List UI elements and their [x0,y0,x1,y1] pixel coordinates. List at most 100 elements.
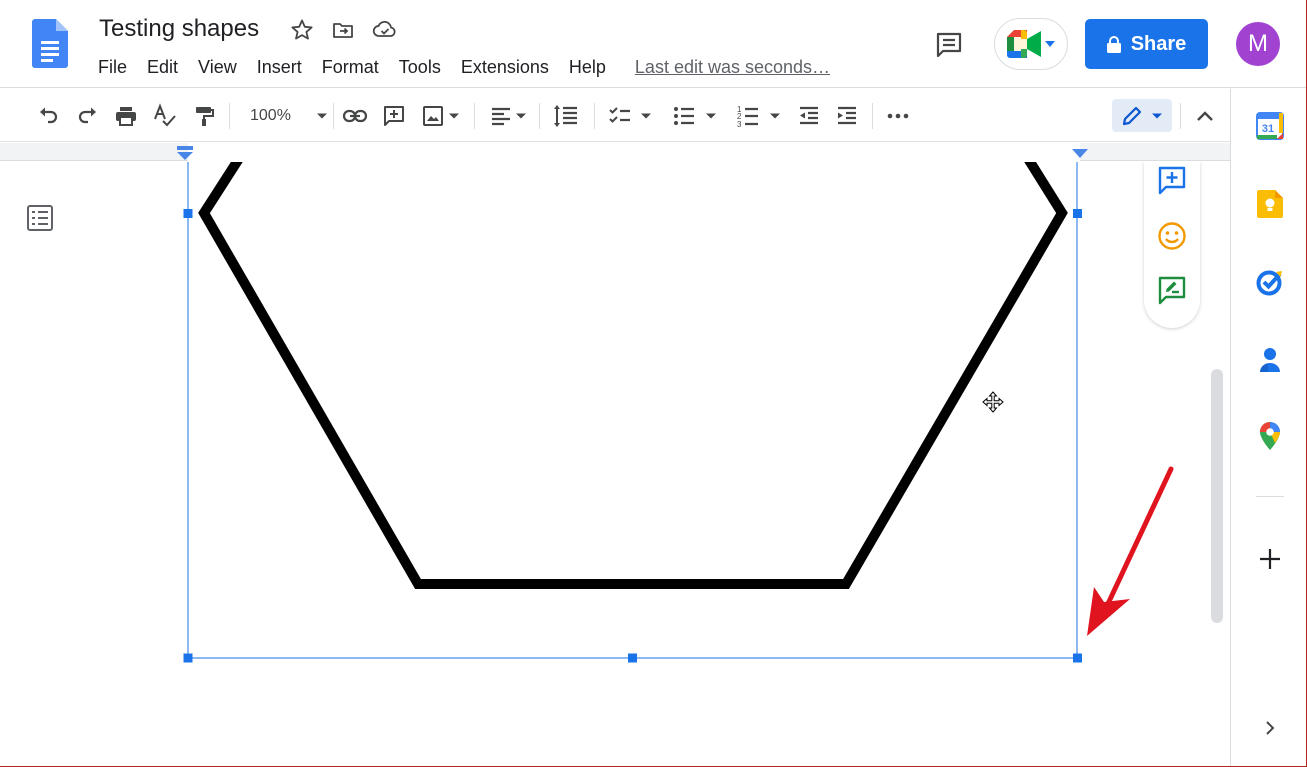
comment-history-button[interactable] [928,24,970,66]
menu-insert[interactable]: Insert [247,57,312,78]
left-indent-marker[interactable] [176,146,194,160]
share-button[interactable]: Share [1085,19,1208,69]
account-avatar[interactable]: M [1236,22,1280,66]
editing-mode-select[interactable] [1112,99,1172,132]
toolbar-divider [1180,103,1181,129]
collapse-icon [1197,111,1213,121]
maps-button[interactable] [1255,421,1285,451]
insert-image-icon [423,106,443,126]
menu-tools[interactable]: Tools [389,57,451,78]
toolbar-divider [333,103,334,129]
comment-history-icon [936,32,962,58]
add-emoji-reaction-button[interactable] [1156,220,1188,252]
ruler-page-area [188,143,1080,161]
toolbar-divider [539,103,540,129]
insert-link-button[interactable] [340,101,370,131]
spellcheck-button[interactable] [150,101,180,131]
tasks-button[interactable] [1255,267,1285,297]
calendar-icon: 31 [1256,112,1284,140]
collapse-menus-button[interactable] [1190,101,1220,131]
calendar-button[interactable]: 31 [1255,111,1285,141]
document-canvas[interactable] [0,162,1230,766]
menu-file[interactable]: File [88,57,137,78]
toolbar-divider [872,103,873,129]
drawing-area [183,162,1174,663]
move-cursor-icon [982,391,1004,413]
document-title[interactable]: Testing shapes [99,15,259,43]
docs-logo-icon[interactable] [32,19,68,68]
line-spacing-icon [554,105,577,127]
resize-handle-middle-left[interactable] [183,209,193,218]
annotation-arrow-icon [1087,466,1174,636]
chevron-down-icon [1044,41,1055,47]
resize-handle-middle-right[interactable] [1073,209,1082,218]
last-edit-link[interactable]: Last edit was seconds… [616,57,830,78]
zoom-select[interactable]: 100% [244,101,328,131]
align-button[interactable] [486,101,530,131]
decrease-indent-button[interactable] [794,101,824,131]
google-meet-icon [1006,30,1041,58]
chevron-down-icon [706,113,716,119]
expand-panel-icon [1266,721,1275,735]
get-add-ons-button[interactable] [1255,544,1285,574]
chevron-down-icon [449,113,459,119]
resize-handle-bottom-right[interactable] [1073,653,1082,663]
numbered-list-button[interactable]: 123 [733,101,785,131]
vertical-scrollbar[interactable] [1211,369,1223,623]
contacts-button[interactable] [1255,345,1285,375]
resize-handle-bottom-center[interactable] [628,653,637,663]
menu-extensions[interactable]: Extensions [451,57,559,78]
add-icon [1260,549,1280,569]
add-comment-side-button[interactable] [1156,164,1188,196]
undo-icon [40,107,58,124]
formatting-toolbar: 100% 1 2 3 [0,89,1230,142]
increase-indent-button[interactable] [832,101,862,131]
redo-icon [78,107,96,124]
chevron-down-icon [641,113,651,119]
paint-format-icon [196,107,214,126]
line-spacing-button[interactable] [551,101,581,131]
add-comment-button[interactable] [379,101,409,131]
add-comment-icon [384,106,404,126]
meet-button[interactable] [994,18,1068,70]
cloud-saved-icon[interactable] [372,17,398,43]
menu-format[interactable]: Format [312,57,389,78]
insert-image-button[interactable] [417,101,465,131]
resize-handle-bottom-left[interactable] [183,653,193,663]
maps-icon [1260,422,1280,450]
print-button[interactable] [111,101,141,131]
keep-button[interactable] [1255,189,1285,219]
paint-format-button[interactable] [189,101,219,131]
link-icon [342,109,368,123]
app-header: Testing shapes File Edit View Insert For… [0,0,1306,88]
share-label: Share [1130,32,1187,55]
more-button[interactable] [883,101,913,131]
hexagon-shape[interactable] [198,162,1068,589]
checklist-button[interactable] [605,101,655,131]
undo-button[interactable] [33,101,63,131]
contacts-icon [1260,348,1280,372]
toolbar-divider [229,103,230,129]
chevron-down-icon [1152,113,1162,118]
horizontal-ruler [0,143,1230,161]
menu-edit[interactable]: Edit [137,57,188,78]
redo-button[interactable] [73,101,103,131]
side-panel-divider [1256,496,1284,497]
suggest-edit-icon [1158,276,1186,305]
more-icon [887,113,909,119]
chevron-down-icon [317,113,327,119]
bulleted-list-button[interactable] [669,101,721,131]
svg-text:3: 3 [737,120,742,128]
expand-side-panel-button[interactable] [1255,713,1285,743]
move-to-folder-icon[interactable] [330,17,356,43]
checklist-icon [609,107,630,123]
calendar-day: 31 [1262,123,1274,135]
numbered-list-icon: 123 [737,105,758,128]
tasks-icon [1256,270,1282,296]
suggest-edits-button[interactable] [1156,274,1188,306]
star-icon[interactable] [289,17,315,43]
right-indent-marker[interactable] [1072,149,1088,159]
menu-help[interactable]: Help [559,57,616,78]
emoji-icon [1158,222,1186,250]
menu-view[interactable]: View [188,57,247,78]
